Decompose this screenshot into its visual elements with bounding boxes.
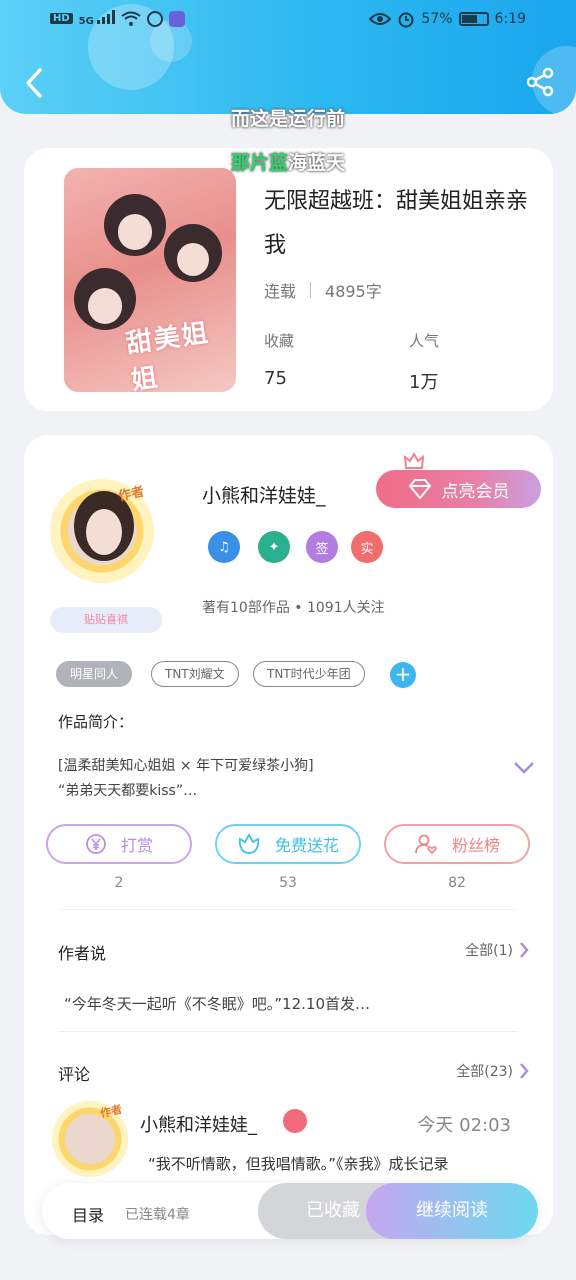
signed-badge-icon[interactable]: 签 <box>306 531 338 563</box>
details-card: 作者 贴贴喜祺 小熊和洋娃娃_ 点亮会员 ♫ ✦ 签 实 著有10部作品 • 1… <box>24 435 553 1235</box>
cover-figure <box>164 224 222 282</box>
comments-all-label: 全部(23) <box>456 1064 513 1080</box>
status-bar: HD 5G 57% 6:19 <box>0 8 576 32</box>
vip-button[interactable]: 点亮会员 <box>376 470 541 508</box>
tag-chip[interactable]: 明星同人 <box>56 661 133 687</box>
comments-heading: 评论 <box>58 1065 91 1084</box>
intro-heading: 作品简介： <box>58 713 134 731</box>
comment-time: 今天 02:03 <box>417 1115 511 1136</box>
chevron-down-icon[interactable] <box>513 761 535 775</box>
cover-title-art: 甜美姐姐 <box>124 318 212 392</box>
top-header: HD 5G 57% 6:19 <box>0 0 576 114</box>
battery-percent: 57% <box>421 11 453 27</box>
eye-icon <box>369 13 392 25</box>
vip-badge-icon <box>283 1109 307 1133</box>
cover-figure <box>104 194 166 256</box>
author-works-summary: 著有10部作品 • 1091人关注 <box>202 600 385 616</box>
tip-button[interactable]: 打赏 <box>46 824 192 864</box>
intro-line: “弟弟天天都要kiss”… <box>58 783 198 799</box>
fans-icon <box>415 834 437 855</box>
fans-rank-label: 粉丝榜 <box>451 836 500 855</box>
favorites-label: 收藏 <box>264 332 295 350</box>
section-divider <box>58 1031 518 1032</box>
vip-button-label: 点亮会员 <box>441 481 510 502</box>
continue-reading-button[interactable]: 继续阅读 <box>366 1183 538 1239</box>
tag-chip[interactable]: TNT刘耀文 <box>151 661 239 687</box>
verified-badge-icon[interactable]: 实 <box>351 531 383 563</box>
flower-icon <box>238 833 260 854</box>
author-says-heading: 作者说 <box>58 944 107 963</box>
overlay-green-text: 那片蓝 <box>230 152 288 174</box>
overlay-caption-line2: 那片蓝海蓝天 <box>0 148 576 175</box>
bottom-action-bar: 目录 已连载4章 已收藏 继续阅读 <box>42 1183 538 1239</box>
book-info-card: 甜美姐姐 无限超越班：甜美姐姐亲亲我 连载 4895字 收藏 75 人气 1万 <box>24 148 553 411</box>
popularity-value: 1万 <box>409 372 439 393</box>
author-says-all-link[interactable]: 全部(1) <box>465 940 529 960</box>
popularity-label: 人气 <box>409 332 440 350</box>
word-count: 4895字 <box>325 282 382 301</box>
avatar-decoration-pill: 贴贴喜祺 <box>50 607 162 633</box>
book-meta: 连载 4895字 <box>264 278 382 302</box>
book-title: 无限超越班：甜美姐姐亲亲我 <box>264 189 529 258</box>
send-flower-button[interactable]: 免费送花 <box>215 824 361 864</box>
status-left: HD 5G <box>50 10 186 27</box>
serial-status: 连载 <box>264 282 297 301</box>
add-tag-button[interactable]: + <box>390 662 416 688</box>
battery-icon <box>458 12 489 26</box>
chapter-count: 已连载4章 <box>125 1207 190 1223</box>
wifi-icon <box>121 11 141 26</box>
alarm-icon <box>398 12 414 28</box>
music-badge-icon[interactable]: ♫ <box>208 531 240 563</box>
catalog-button[interactable]: 目录 <box>72 1202 104 1226</box>
crown-icon <box>404 452 424 469</box>
tip-button-label: 打赏 <box>120 836 153 855</box>
commenter-name[interactable]: 小熊和洋娃娃_ <box>140 1111 257 1137</box>
author-says-all-label: 全部(1) <box>465 943 513 959</box>
cover-figure <box>74 268 136 330</box>
author-says-quote[interactable]: “今年冬天一起听《不冬眠》吧。”12.10首发… <box>64 993 370 1014</box>
chevron-right-icon <box>520 1063 529 1079</box>
section-divider <box>58 909 518 910</box>
back-arrow-icon[interactable] <box>20 66 50 100</box>
status-right: 57% 6:19 <box>369 10 526 28</box>
diamond-icon <box>408 479 431 499</box>
yen-icon <box>86 834 106 854</box>
clock: 6:19 <box>494 11 526 27</box>
overlay-white-text: 海蓝天 <box>288 152 346 174</box>
chevron-right-icon <box>520 942 529 958</box>
intro-line: [温柔甜美知心姐姐 × 年下可爱绿茶小狗] <box>58 758 314 774</box>
fans-rank-button[interactable]: 粉丝榜 <box>384 824 530 864</box>
fans-count: 82 <box>448 875 466 891</box>
send-flower-label: 免费送花 <box>274 836 339 855</box>
comment-text[interactable]: “我不听情歌，但我唱情歌。”《亲我》成长记录 <box>148 1153 449 1174</box>
meta-divider <box>310 282 312 298</box>
signal-icon: 5G <box>79 10 116 27</box>
tag-chip[interactable]: TNT时代少年团 <box>253 661 365 687</box>
hd-icon: HD <box>50 13 73 24</box>
favorites-value: 75 <box>264 368 287 389</box>
share-icon[interactable] <box>524 66 556 98</box>
globe-icon <box>147 10 164 27</box>
book-cover[interactable]: 甜美姐姐 <box>64 168 236 392</box>
author-name[interactable]: 小熊和洋娃娃_ <box>202 481 326 508</box>
flower-count: 53 <box>279 875 297 891</box>
comments-all-link[interactable]: 全部(23) <box>456 1061 529 1081</box>
app-notification-icon <box>169 10 186 27</box>
honor-badge-icon[interactable]: ✦ <box>258 531 290 563</box>
tip-count: 2 <box>114 875 124 891</box>
overlay-caption-line1: 而这是运行前 <box>230 108 345 130</box>
